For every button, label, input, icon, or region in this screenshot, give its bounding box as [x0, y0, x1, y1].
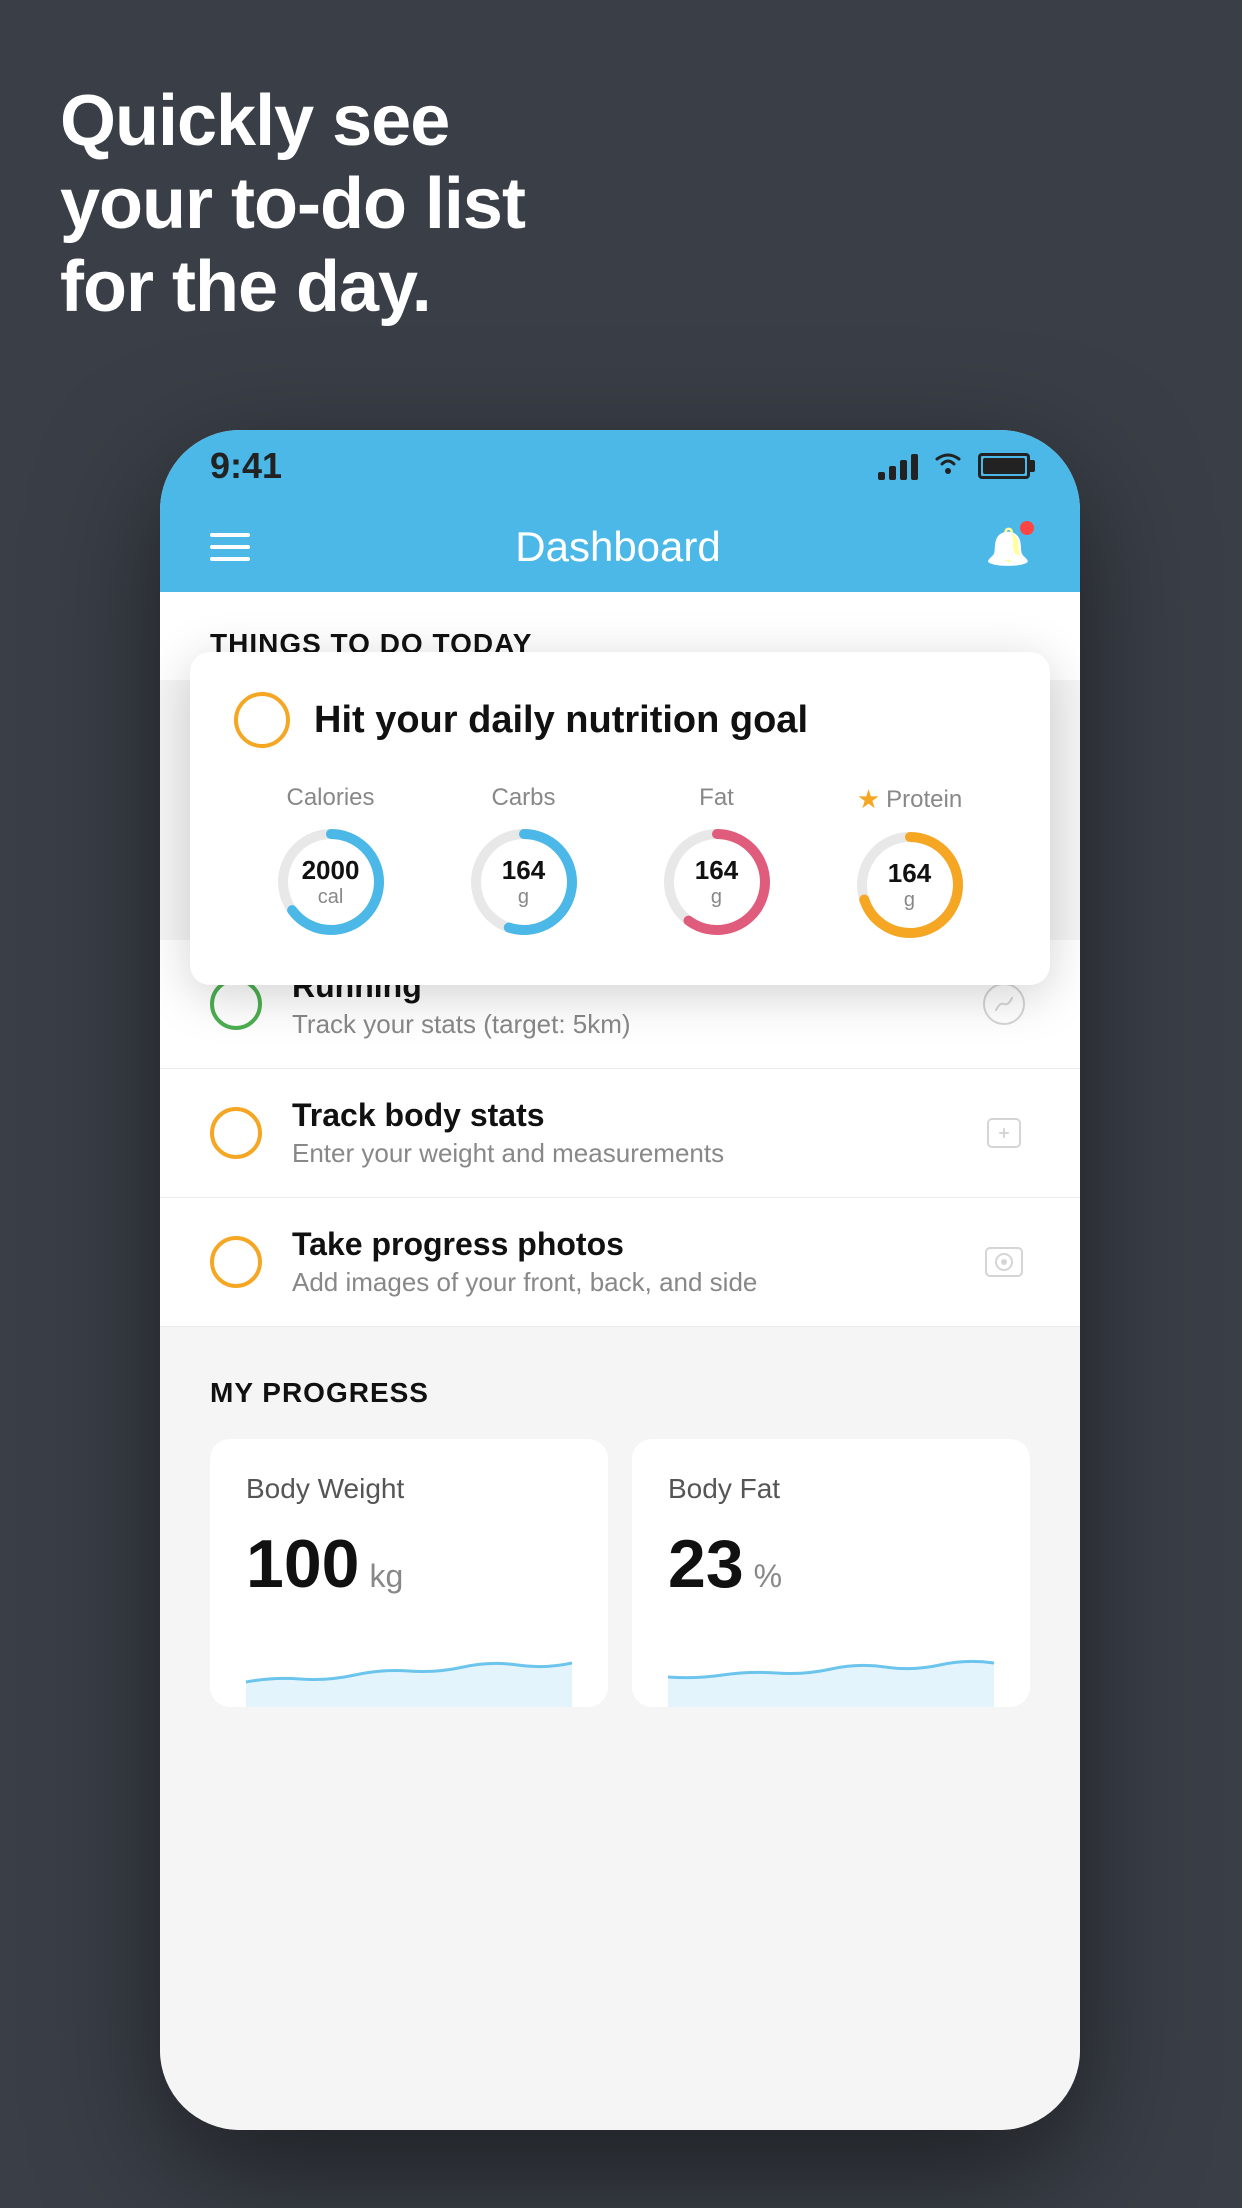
calories-value: 2000: [302, 855, 360, 886]
todo-text-photos: Take progress photos Add images of your …: [292, 1226, 978, 1298]
body-weight-title: Body Weight: [246, 1473, 572, 1505]
progress-section: MY PROGRESS Body Weight 100 kg: [160, 1327, 1080, 1737]
todo-circle-running: [210, 978, 262, 1030]
body-weight-unit: kg: [369, 1558, 403, 1595]
calories-donut: 2000 cal: [271, 822, 391, 942]
protein-label-row: ★ Protein: [857, 784, 962, 815]
nav-bar: Dashboard: [160, 502, 1080, 592]
status-time: 9:41: [210, 445, 282, 487]
body-weight-value-row: 100 kg: [246, 1525, 572, 1603]
todo-circle-body-stats: [210, 1107, 262, 1159]
todo-item-body-stats[interactable]: Track body stats Enter your weight and m…: [160, 1069, 1080, 1198]
nutrition-card: Hit your daily nutrition goal Calories 2…: [190, 652, 1050, 985]
nutrition-fat: Fat 164 g: [657, 784, 777, 942]
hamburger-line: [210, 557, 250, 561]
status-icons: [878, 450, 1030, 483]
body-fat-number: 23: [668, 1525, 744, 1603]
todo-text-body-stats: Track body stats Enter your weight and m…: [292, 1097, 978, 1169]
protein-unit: g: [888, 889, 931, 912]
body-weight-chart: [246, 1627, 572, 1707]
todo-subtitle-body-stats: Enter your weight and measurements: [292, 1138, 978, 1169]
todo-item-photos[interactable]: Take progress photos Add images of your …: [160, 1198, 1080, 1327]
todo-title-body-stats: Track body stats: [292, 1097, 978, 1134]
hero-line3: for the day.: [60, 247, 431, 327]
todo-subtitle-photos: Add images of your front, back, and side: [292, 1267, 978, 1298]
hero-heading: Quickly see your to-do list for the day.: [60, 80, 525, 328]
card-header: Hit your daily nutrition goal: [234, 692, 1006, 748]
hamburger-menu[interactable]: [210, 533, 250, 561]
body-fat-chart: [668, 1627, 994, 1707]
nutrition-calories: Calories 2000 cal: [271, 784, 391, 942]
todo-circle-photos: [210, 1236, 262, 1288]
scale-icon: [978, 1107, 1030, 1159]
carbs-value: 164: [502, 855, 545, 886]
protein-donut: 164 g: [850, 825, 970, 945]
battery-icon: [978, 453, 1030, 479]
hamburger-line: [210, 533, 250, 537]
progress-cards: Body Weight 100 kg Body Fat: [210, 1439, 1030, 1707]
star-icon: ★: [857, 784, 880, 815]
progress-title: MY PROGRESS: [210, 1377, 1030, 1409]
nav-title: Dashboard: [515, 523, 720, 571]
body-fat-value-row: 23 %: [668, 1525, 994, 1603]
fat-donut: 164 g: [657, 822, 777, 942]
protein-label: Protein: [886, 786, 962, 814]
body-fat-title: Body Fat: [668, 1473, 994, 1505]
carbs-unit: g: [502, 886, 545, 909]
body-weight-number: 100: [246, 1525, 359, 1603]
body-fat-unit: %: [754, 1558, 782, 1595]
calories-unit: cal: [302, 886, 360, 909]
phone-mockup: 9:41: [160, 430, 1080, 2130]
nutrition-protein: ★ Protein 164 g: [850, 784, 970, 945]
running-icon: [978, 978, 1030, 1030]
bell-notification-dot: [1020, 521, 1034, 535]
carbs-label: Carbs: [491, 784, 555, 812]
calories-label: Calories: [286, 784, 374, 812]
body-weight-card[interactable]: Body Weight 100 kg: [210, 1439, 608, 1707]
wifi-icon: [932, 450, 964, 483]
todo-list: Running Track your stats (target: 5km) T…: [160, 940, 1080, 1327]
card-title: Hit your daily nutrition goal: [314, 699, 808, 742]
carbs-donut: 164 g: [464, 822, 584, 942]
bell-icon[interactable]: [986, 525, 1030, 569]
hero-line2: your to-do list: [60, 164, 525, 244]
hamburger-line: [210, 545, 250, 549]
todo-check-circle[interactable]: [234, 692, 290, 748]
nutrition-carbs: Carbs 164 g: [464, 784, 584, 942]
body-fat-card[interactable]: Body Fat 23 %: [632, 1439, 1030, 1707]
fat-unit: g: [695, 886, 738, 909]
status-bar: 9:41: [160, 430, 1080, 502]
fat-label: Fat: [699, 784, 734, 812]
photo-icon: [978, 1236, 1030, 1288]
todo-subtitle-running: Track your stats (target: 5km): [292, 1009, 978, 1040]
hero-line1: Quickly see: [60, 81, 449, 161]
todo-title-photos: Take progress photos: [292, 1226, 978, 1263]
signal-icon: [878, 452, 918, 480]
fat-value: 164: [695, 855, 738, 886]
protein-value: 164: [888, 858, 931, 889]
nutrition-row: Calories 2000 cal Carbs: [234, 784, 1006, 945]
phone-content: THINGS TO DO TODAY Hit your daily nutrit…: [160, 592, 1080, 2130]
